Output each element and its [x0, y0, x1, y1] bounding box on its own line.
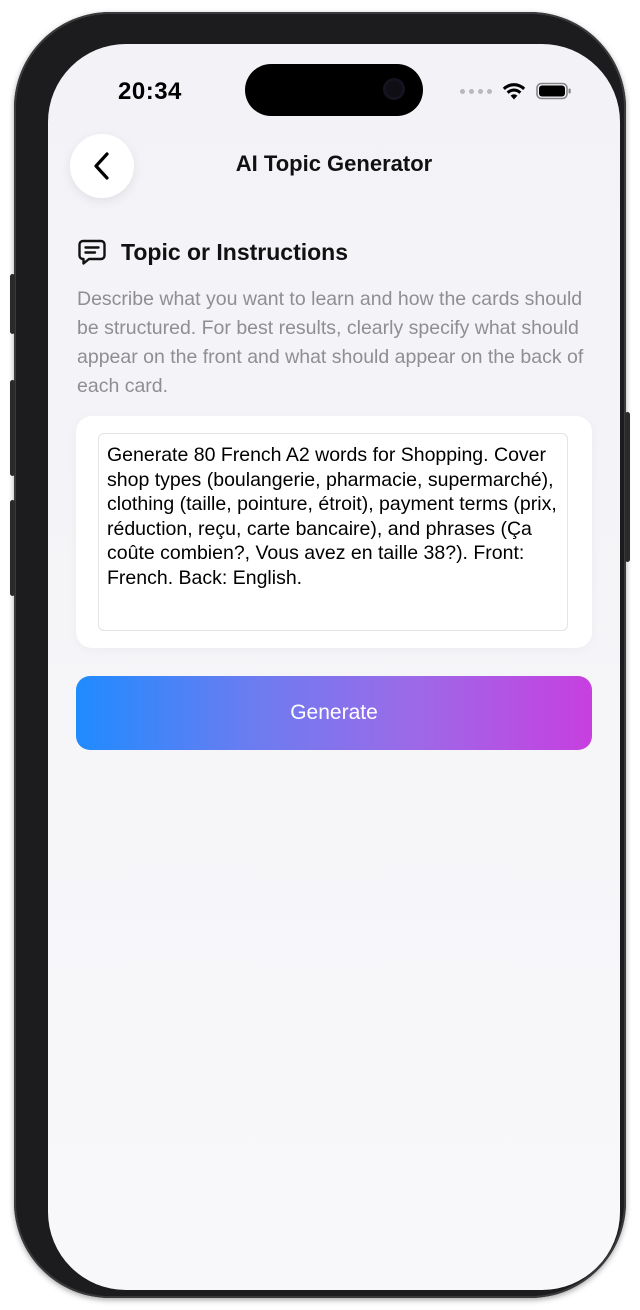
signal-icon [460, 88, 492, 94]
dynamic-island [245, 64, 423, 116]
section-header: Topic or Instructions [77, 238, 348, 266]
battery-icon [536, 82, 571, 100]
status-icons [460, 82, 572, 100]
action-button [10, 274, 15, 334]
power-button [625, 412, 630, 562]
topic-input[interactable]: Generate 80 French A2 words for Shopping… [98, 433, 568, 631]
volume-up-button [10, 380, 15, 476]
message-text-icon [78, 239, 106, 265]
status-time: 20:34 [118, 78, 182, 105]
page-title: AI Topic Generator [235, 151, 433, 176]
generate-button[interactable]: Generate [76, 676, 592, 750]
section-title: Topic or Instructions [121, 238, 349, 265]
phone-frame: 20:34 AI Topic Generator Topic or Instru… [10, 12, 630, 1298]
volume-down-button [10, 500, 15, 596]
input-card: Generate 80 French A2 words for Shopping… [76, 416, 592, 648]
camera-icon [383, 78, 405, 100]
wifi-icon [502, 83, 526, 100]
screen: 20:34 AI Topic Generator Topic or Instru… [48, 44, 620, 1290]
section-description: Describe what you want to learn and how … [77, 288, 584, 397]
